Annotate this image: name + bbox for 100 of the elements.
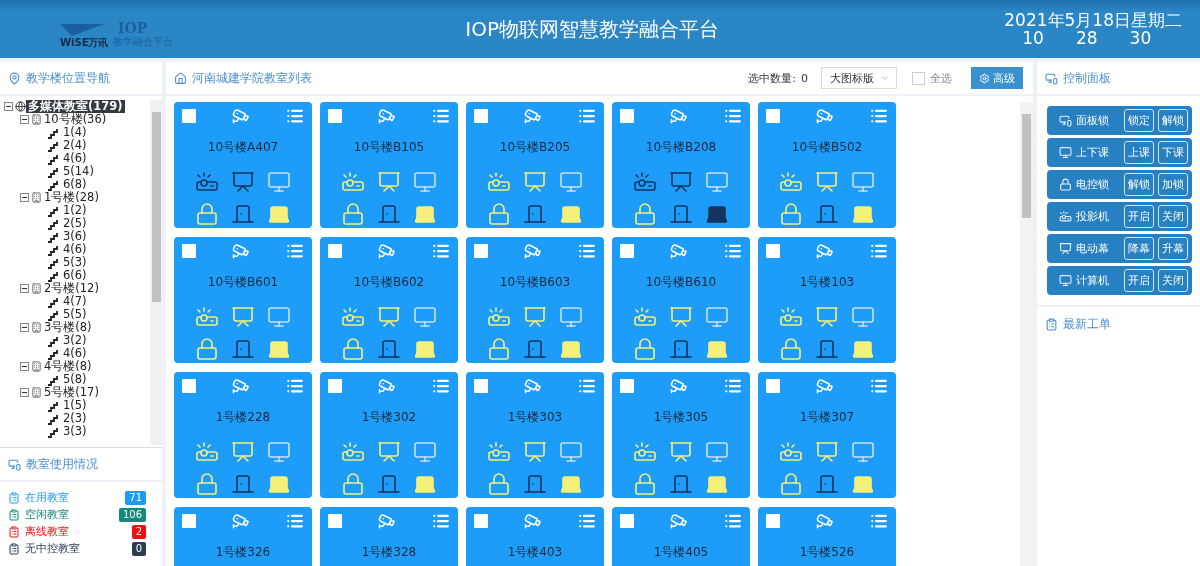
- list-icon[interactable]: [432, 242, 450, 260]
- control-button[interactable]: 锁定: [1124, 109, 1154, 132]
- camera-icon[interactable]: [524, 242, 542, 260]
- control-button[interactable]: 加锁: [1158, 173, 1188, 196]
- classroom-card[interactable]: 1号楼303: [466, 372, 604, 498]
- card-checkbox[interactable]: [182, 109, 196, 123]
- collapse-icon[interactable]: [20, 388, 29, 397]
- tree-item[interactable]: 5(14): [61, 165, 96, 178]
- camera-icon[interactable]: [378, 107, 396, 125]
- tree-item[interactable]: 2(5): [61, 217, 89, 230]
- camera-icon[interactable]: [232, 377, 250, 395]
- scrollbar[interactable]: [1020, 102, 1033, 566]
- card-checkbox[interactable]: [766, 379, 780, 393]
- camera-icon[interactable]: [524, 512, 542, 530]
- list-icon[interactable]: [870, 107, 888, 125]
- classroom-card[interactable]: 1号楼403: [466, 507, 604, 566]
- control-button[interactable]: 解锁: [1124, 173, 1154, 196]
- tree-item[interactable]: 5(5): [61, 308, 89, 321]
- tree-item[interactable]: 6(8): [61, 178, 89, 191]
- list-icon[interactable]: [724, 107, 742, 125]
- control-button[interactable]: 关闭: [1158, 205, 1188, 228]
- tree-item[interactable]: 4(6): [61, 347, 89, 360]
- collapse-icon[interactable]: [20, 193, 29, 202]
- tree-item[interactable]: 10号楼(36): [42, 113, 109, 126]
- tree-item[interactable]: 多媒体教室(179): [26, 100, 125, 113]
- tree-item[interactable]: 4(6): [61, 243, 89, 256]
- classroom-card[interactable]: 1号楼526: [758, 507, 896, 566]
- classroom-card[interactable]: 1号楼307: [758, 372, 896, 498]
- list-icon[interactable]: [870, 377, 888, 395]
- card-checkbox[interactable]: [182, 379, 196, 393]
- list-icon[interactable]: [724, 242, 742, 260]
- classroom-card[interactable]: 1号楼228: [174, 372, 312, 498]
- control-button[interactable]: 关闭: [1158, 269, 1188, 292]
- camera-icon[interactable]: [816, 512, 834, 530]
- advanced-button[interactable]: 高级: [971, 67, 1023, 89]
- classroom-card[interactable]: 1号楼328: [320, 507, 458, 566]
- card-checkbox[interactable]: [474, 109, 488, 123]
- camera-icon[interactable]: [524, 107, 542, 125]
- list-icon[interactable]: [286, 512, 304, 530]
- card-checkbox[interactable]: [328, 379, 342, 393]
- control-button[interactable]: 降幕: [1124, 237, 1154, 260]
- card-checkbox[interactable]: [620, 514, 634, 528]
- card-checkbox[interactable]: [328, 109, 342, 123]
- classroom-card[interactable]: 10号楼B105: [320, 102, 458, 228]
- tree-item[interactable]: 3(3): [61, 425, 89, 438]
- camera-icon[interactable]: [232, 512, 250, 530]
- collapse-icon[interactable]: [20, 284, 29, 293]
- camera-icon[interactable]: [670, 107, 688, 125]
- tree-item[interactable]: 4(6): [61, 152, 89, 165]
- camera-icon[interactable]: [670, 377, 688, 395]
- collapse-icon[interactable]: [20, 362, 29, 371]
- list-icon[interactable]: [286, 107, 304, 125]
- control-button[interactable]: 开启: [1124, 269, 1154, 292]
- list-icon[interactable]: [870, 512, 888, 530]
- card-checkbox[interactable]: [474, 379, 488, 393]
- card-checkbox[interactable]: [328, 244, 342, 258]
- camera-icon[interactable]: [524, 377, 542, 395]
- card-checkbox[interactable]: [766, 109, 780, 123]
- classroom-card[interactable]: 1号楼405: [612, 507, 750, 566]
- tree-item[interactable]: 2号楼(12): [42, 282, 101, 295]
- list-icon[interactable]: [286, 242, 304, 260]
- classroom-card[interactable]: 10号楼B602: [320, 237, 458, 363]
- camera-icon[interactable]: [816, 107, 834, 125]
- camera-icon[interactable]: [816, 377, 834, 395]
- tree-item[interactable]: 4号楼(8): [42, 360, 94, 373]
- control-button[interactable]: 上课: [1124, 141, 1154, 164]
- card-checkbox[interactable]: [766, 244, 780, 258]
- card-checkbox[interactable]: [474, 514, 488, 528]
- list-icon[interactable]: [578, 377, 596, 395]
- classroom-card[interactable]: 10号楼B610: [612, 237, 750, 363]
- classroom-card[interactable]: 1号楼305: [612, 372, 750, 498]
- scrollbar[interactable]: [150, 100, 162, 445]
- control-button[interactable]: 下课: [1158, 141, 1188, 164]
- list-icon[interactable]: [870, 242, 888, 260]
- camera-icon[interactable]: [378, 242, 396, 260]
- camera-icon[interactable]: [232, 107, 250, 125]
- list-icon[interactable]: [432, 512, 450, 530]
- classroom-card[interactable]: 10号楼B502: [758, 102, 896, 228]
- list-icon[interactable]: [286, 377, 304, 395]
- collapse-icon[interactable]: [20, 323, 29, 332]
- tree-item[interactable]: 3(2): [61, 334, 89, 347]
- card-checkbox[interactable]: [766, 514, 780, 528]
- card-checkbox[interactable]: [328, 514, 342, 528]
- list-icon[interactable]: [578, 242, 596, 260]
- classroom-card[interactable]: 1号楼302: [320, 372, 458, 498]
- collapse-icon[interactable]: [4, 102, 13, 111]
- card-checkbox[interactable]: [620, 379, 634, 393]
- camera-icon[interactable]: [232, 242, 250, 260]
- control-button[interactable]: 开启: [1124, 205, 1154, 228]
- classroom-card[interactable]: 1号楼326: [174, 507, 312, 566]
- card-checkbox[interactable]: [182, 514, 196, 528]
- camera-icon[interactable]: [378, 512, 396, 530]
- tree-item[interactable]: 1(4): [61, 126, 89, 139]
- tree-item[interactable]: 2(4): [61, 139, 89, 152]
- list-icon[interactable]: [578, 512, 596, 530]
- tree-item[interactable]: 5号楼(17): [42, 386, 101, 399]
- card-checkbox[interactable]: [182, 244, 196, 258]
- tree-item[interactable]: 2(3): [61, 412, 89, 425]
- camera-icon[interactable]: [670, 512, 688, 530]
- tree-item[interactable]: 5(3): [61, 256, 89, 269]
